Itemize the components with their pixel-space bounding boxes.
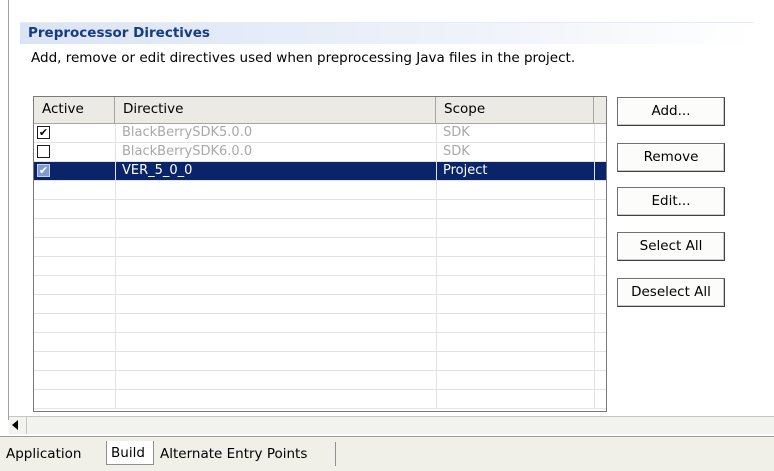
empty-table-row: [34, 181, 606, 200]
empty-cell: [594, 219, 606, 237]
empty-cell: [115, 371, 436, 389]
empty-cell: [436, 314, 594, 332]
directive-cell: VER_5_0_0: [115, 162, 436, 180]
empty-cell: [436, 333, 594, 351]
empty-cell: [594, 276, 606, 294]
empty-cell: [115, 295, 436, 313]
active-checkbox[interactable]: ✔: [37, 164, 50, 177]
empty-cell: [594, 200, 606, 218]
directive-cell: BlackBerrySDK5.0.0: [115, 124, 436, 142]
empty-cell: [115, 219, 436, 237]
empty-cell: [436, 295, 594, 313]
empty-table-row: [34, 219, 606, 238]
empty-cell: [594, 371, 606, 389]
scope-cell: Project: [436, 162, 594, 180]
table-row[interactable]: BlackBerrySDK6.0.0 SDK: [34, 143, 606, 162]
column-header-directive[interactable]: Directive: [115, 97, 436, 123]
filler-cell: [594, 124, 606, 142]
horizontal-scrollbar[interactable]: [9, 416, 774, 434]
directives-table: Active Directive Scope ✔ BlackBerrySDK5.…: [33, 96, 607, 412]
empty-cell: [594, 352, 606, 370]
remove-button[interactable]: Remove: [617, 143, 725, 172]
empty-cell: [436, 257, 594, 275]
empty-table-row: [34, 200, 606, 219]
active-cell: ✔: [34, 124, 115, 142]
empty-cell: [436, 200, 594, 218]
section-header: Preprocessor Directives: [20, 22, 754, 44]
empty-cell: [436, 181, 594, 199]
empty-cell: [594, 238, 606, 256]
empty-table-row: [34, 352, 606, 371]
empty-cell: [115, 276, 436, 294]
empty-table-row: [34, 314, 606, 333]
empty-cell: [436, 371, 594, 389]
empty-cell: [594, 295, 606, 313]
scope-cell: SDK: [436, 124, 594, 142]
empty-cell: [436, 390, 594, 408]
table-row[interactable]: ✔ BlackBerrySDK5.0.0 SDK: [34, 124, 606, 143]
column-header-active[interactable]: Active: [34, 97, 115, 123]
section-description: Add, remove or edit directives used when…: [31, 50, 576, 66]
active-checkbox[interactable]: [37, 145, 50, 158]
table-row-selected[interactable]: ✔ VER_5_0_0 Project: [34, 162, 606, 181]
empty-cell: [115, 257, 436, 275]
add-button[interactable]: Add...: [617, 97, 725, 126]
column-header-filler: [594, 97, 606, 123]
scrollbar-divider: [26, 417, 27, 434]
empty-cell: [436, 238, 594, 256]
active-cell: [34, 143, 115, 161]
empty-table-row: [34, 257, 606, 276]
scope-cell: SDK: [436, 143, 594, 161]
filler-cell: [594, 162, 606, 180]
select-all-button[interactable]: Select All: [617, 232, 725, 261]
empty-cell: [115, 333, 436, 351]
empty-cell: [436, 219, 594, 237]
active-checkbox[interactable]: ✔: [37, 126, 50, 139]
deselect-all-button[interactable]: Deselect All: [617, 278, 725, 307]
active-cell: ✔: [34, 162, 115, 180]
tab-build[interactable]: Build: [106, 441, 154, 465]
section-title: Preprocessor Directives: [28, 25, 210, 41]
empty-cell: [115, 390, 436, 408]
empty-table-row: [34, 390, 606, 409]
empty-cell: [594, 390, 606, 408]
edit-button[interactable]: Edit...: [617, 187, 725, 216]
directive-cell: BlackBerrySDK6.0.0: [115, 143, 436, 161]
empty-table-row: [34, 276, 606, 295]
empty-table-row: [34, 371, 606, 390]
empty-cell: [436, 352, 594, 370]
empty-cell: [594, 257, 606, 275]
left-frame-border: [8, 0, 9, 420]
empty-table-row: [34, 295, 606, 314]
empty-cell: [115, 238, 436, 256]
empty-cell: [594, 333, 606, 351]
editor-tab-bar: Application Build Alternate Entry Points: [0, 436, 774, 471]
table-header: Active Directive Scope: [34, 97, 606, 124]
empty-cell: [115, 314, 436, 332]
empty-cell: [115, 352, 436, 370]
empty-cell: [594, 181, 606, 199]
tab-application[interactable]: Application: [2, 442, 102, 466]
scroll-left-arrow-icon[interactable]: [12, 420, 18, 430]
tab-alternate-entry-points[interactable]: Alternate Entry Points: [156, 442, 336, 466]
empty-table-row: [34, 238, 606, 257]
empty-cell: [594, 314, 606, 332]
empty-table-row: [34, 333, 606, 352]
column-header-scope[interactable]: Scope: [436, 97, 594, 123]
filler-cell: [594, 143, 606, 161]
empty-cell: [115, 181, 436, 199]
empty-cell: [436, 276, 594, 294]
empty-cell: [115, 200, 436, 218]
